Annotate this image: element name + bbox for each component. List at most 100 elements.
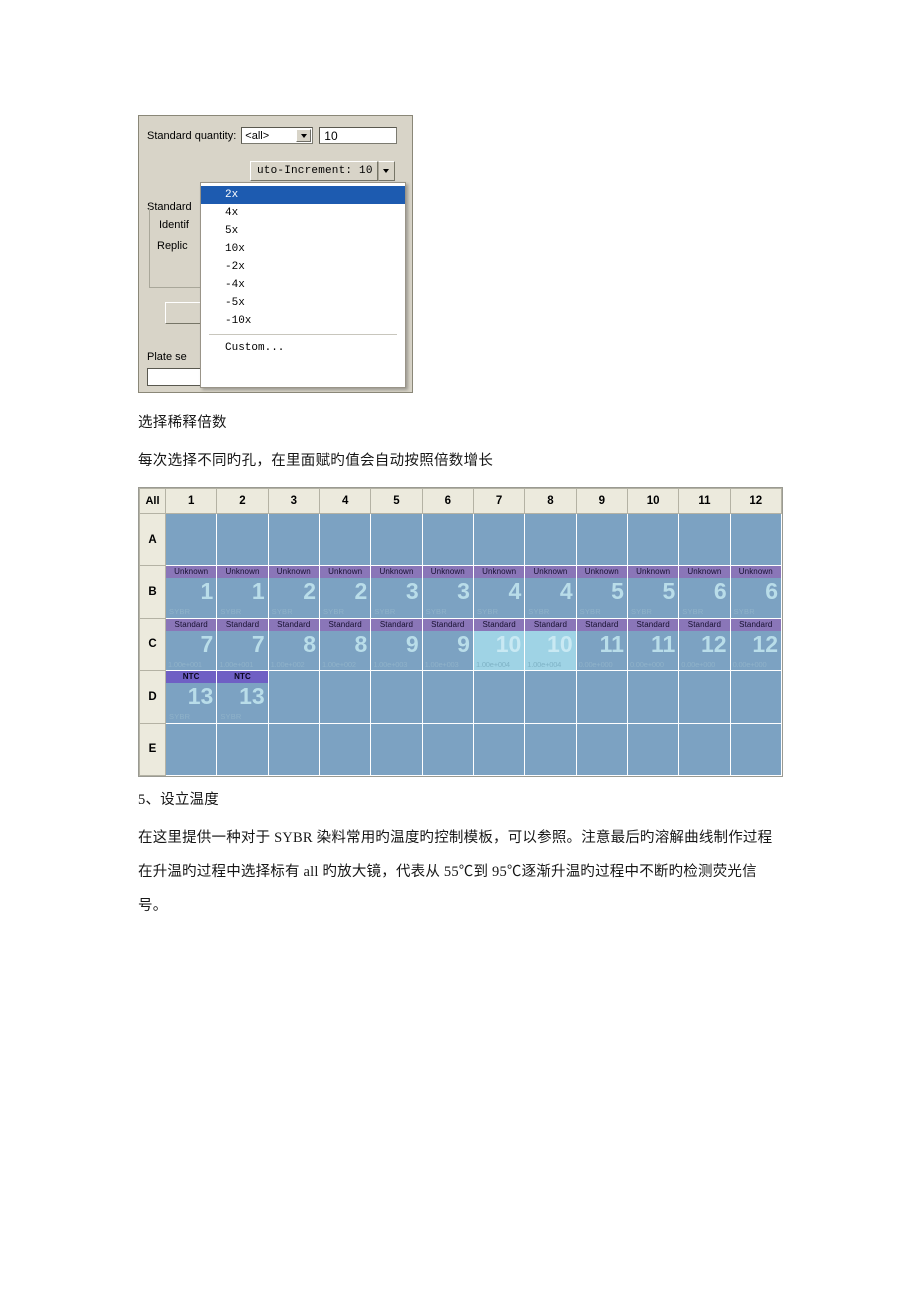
- well-C5[interactable]: Standard 9 1.00e+003: [370, 617, 423, 672]
- increment-option[interactable]: -10x: [201, 312, 405, 330]
- well-C6[interactable]: Standard 9 1.00e+003: [421, 617, 474, 672]
- well-B2[interactable]: Unknown 1 SYBR: [216, 565, 269, 619]
- well-B12[interactable]: Unknown 6 SYBR: [729, 565, 783, 619]
- well-E4[interactable]: [318, 722, 372, 777]
- column-header-6[interactable]: 6: [421, 488, 474, 514]
- well-A1[interactable]: [164, 512, 218, 567]
- well-A2[interactable]: [216, 512, 269, 567]
- well-D8[interactable]: [524, 670, 577, 724]
- well-A11[interactable]: [678, 512, 731, 567]
- increment-option[interactable]: 4x: [201, 204, 405, 222]
- well-E1[interactable]: [164, 722, 218, 777]
- well-B8[interactable]: Unknown 4 SYBR: [524, 565, 577, 619]
- well-C7[interactable]: Standard 10 1.00e+004: [472, 617, 526, 672]
- well-D10[interactable]: [626, 670, 680, 724]
- well-A5[interactable]: [370, 512, 423, 567]
- column-header-1[interactable]: 1: [164, 488, 218, 514]
- well-C4[interactable]: Standard 8 1.00e+002: [318, 617, 372, 672]
- increment-option[interactable]: 5x: [201, 222, 405, 240]
- well-C1[interactable]: Standard 7 1.00e+001: [164, 617, 218, 672]
- row-header-c[interactable]: C: [139, 617, 166, 672]
- well-E11[interactable]: [678, 722, 731, 777]
- well-D5[interactable]: [370, 670, 423, 724]
- scope-select[interactable]: <all>: [241, 127, 314, 144]
- well-sample-number: 1: [200, 578, 214, 605]
- well-A3[interactable]: [267, 512, 320, 567]
- well-E8[interactable]: [524, 722, 577, 777]
- plate-layout-grid[interactable]: All 1 2 3 4 5 6 7 8 9 10 11 12 A B Unknown…: [138, 487, 783, 777]
- row-header-a[interactable]: A: [139, 512, 166, 567]
- column-header-3[interactable]: 3: [267, 488, 320, 514]
- increment-option-custom[interactable]: Custom...: [201, 339, 405, 357]
- well-D3[interactable]: [267, 670, 320, 724]
- well-C3[interactable]: Standard 8 1.00e+002: [267, 617, 320, 672]
- well-sample-number: 1: [251, 578, 265, 605]
- well-A10[interactable]: [626, 512, 680, 567]
- well-B1[interactable]: Unknown 1 SYBR: [164, 565, 218, 619]
- auto-increment-dropdown-button[interactable]: [377, 161, 395, 181]
- well-E6[interactable]: [421, 722, 474, 777]
- increment-option[interactable]: -5x: [201, 294, 405, 312]
- well-dye-label: SYBR: [220, 711, 242, 721]
- select-all-wells-header[interactable]: All: [139, 488, 166, 514]
- increment-option[interactable]: 2x: [201, 186, 405, 204]
- column-header-11[interactable]: 11: [678, 488, 731, 514]
- well-E3[interactable]: [267, 722, 320, 777]
- well-D7[interactable]: [472, 670, 526, 724]
- well-C2[interactable]: Standard 7 1.00e+001: [216, 617, 269, 672]
- increment-option[interactable]: 10x: [201, 240, 405, 258]
- chevron-down-icon: [383, 169, 390, 173]
- well-D4[interactable]: [318, 670, 372, 724]
- increment-option[interactable]: -4x: [201, 276, 405, 294]
- well-B4[interactable]: Unknown 2 SYBR: [318, 565, 372, 619]
- row-header-b[interactable]: B: [139, 565, 166, 619]
- well-B11[interactable]: Unknown 6 SYBR: [678, 565, 731, 619]
- well-E7[interactable]: [472, 722, 526, 777]
- column-header-5[interactable]: 5: [370, 488, 423, 514]
- well-E2[interactable]: [216, 722, 269, 777]
- well-D12[interactable]: [729, 670, 783, 724]
- well-sample-number: 13: [239, 683, 265, 710]
- column-header-10[interactable]: 10: [626, 488, 680, 514]
- plate-row: D NTC 13 SYBR NTC 13 SYBR: [139, 670, 783, 724]
- well-B5[interactable]: Unknown 3 SYBR: [370, 565, 423, 619]
- well-D1[interactable]: NTC 13 SYBR: [164, 670, 218, 724]
- column-header-9[interactable]: 9: [575, 488, 628, 514]
- quantity-input[interactable]: 10: [319, 127, 398, 144]
- well-C10[interactable]: Standard 11 0.00e+000: [626, 617, 680, 672]
- increment-option[interactable]: -2x: [201, 258, 405, 276]
- well-E5[interactable]: [370, 722, 423, 777]
- column-header-8[interactable]: 8: [524, 488, 577, 514]
- column-header-4[interactable]: 4: [318, 488, 372, 514]
- well-B6[interactable]: Unknown 3 SYBR: [421, 565, 474, 619]
- well-E9[interactable]: [575, 722, 628, 777]
- auto-increment-button[interactable]: uto-Increment: 10: [250, 161, 378, 181]
- well-D11[interactable]: [678, 670, 731, 724]
- well-E12[interactable]: [729, 722, 783, 777]
- well-A8[interactable]: [524, 512, 577, 567]
- well-A9[interactable]: [575, 512, 628, 567]
- column-header-7[interactable]: 7: [472, 488, 526, 514]
- well-A12[interactable]: [729, 512, 783, 567]
- column-header-2[interactable]: 2: [216, 488, 269, 514]
- well-B9[interactable]: Unknown 5 SYBR: [575, 565, 628, 619]
- well-C9[interactable]: Standard 11 0.00e+000: [575, 617, 628, 672]
- well-C12[interactable]: Standard 12 0.00e+000: [729, 617, 783, 672]
- well-D9[interactable]: [575, 670, 628, 724]
- well-B3[interactable]: Unknown 2 SYBR: [267, 565, 320, 619]
- well-D6[interactable]: [421, 670, 474, 724]
- increment-dropdown-popup[interactable]: 2x 4x 5x 10x -2x -4x -5x -10x Custom...: [200, 182, 406, 388]
- well-C11[interactable]: Standard 12 0.00e+000: [678, 617, 731, 672]
- column-header-12[interactable]: 12: [729, 488, 783, 514]
- well-E10[interactable]: [626, 722, 680, 777]
- row-header-e[interactable]: E: [139, 722, 166, 777]
- well-A6[interactable]: [421, 512, 474, 567]
- well-B7[interactable]: Unknown 4 SYBR: [472, 565, 526, 619]
- row-header-d[interactable]: D: [139, 670, 166, 724]
- well-D2[interactable]: NTC 13 SYBR: [216, 670, 269, 724]
- well-A7[interactable]: [472, 512, 526, 567]
- well-B10[interactable]: Unknown 5 SYBR: [626, 565, 680, 619]
- well-C8[interactable]: Standard 10 1.00e+004: [524, 617, 577, 672]
- scope-select-dropdown-button[interactable]: [296, 129, 312, 142]
- well-A4[interactable]: [318, 512, 372, 567]
